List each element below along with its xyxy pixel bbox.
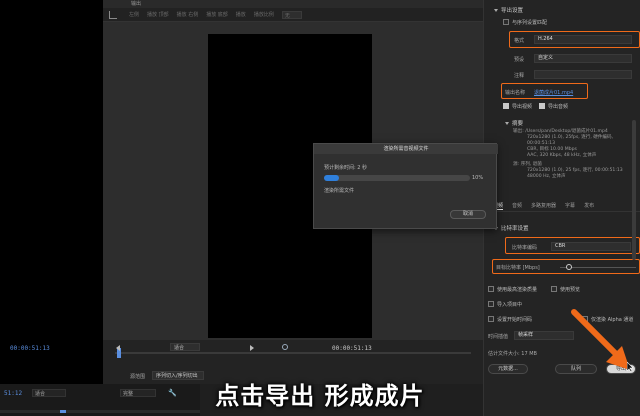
timeline-track[interactable]	[115, 352, 471, 354]
use-preview-label: 使用预览	[560, 287, 581, 293]
render-progress-bar	[324, 175, 470, 181]
render-progress-fill	[324, 175, 339, 181]
bitrate-settings-heading[interactable]: 比特率设置	[494, 224, 529, 232]
export-audio-label: 导出音频	[548, 104, 569, 110]
export-video-checkbox[interactable]	[503, 103, 509, 109]
render-progress-dialog: 渲染所需音视频文件 预计剩余时间: 2 秒 10% 渲染所需文件 取消	[313, 143, 498, 229]
estimated-file-size: 估计文件大小: 17 MB	[488, 351, 537, 357]
preset-select[interactable]: 自定义	[534, 54, 632, 63]
mark-in-icon[interactable]	[116, 345, 120, 351]
source-tab-left[interactable]: 左侧	[129, 11, 139, 18]
max-render-quality-label: 使用最高渲染质量	[497, 287, 538, 293]
preview-current-timecode[interactable]: 00:00:51:13	[10, 345, 50, 352]
video-caption: 点击导出 形成成片	[215, 382, 425, 410]
tab-audio[interactable]: 音频	[512, 202, 522, 209]
match-sequence-checkbox[interactable]	[503, 19, 509, 25]
source-ratio-select[interactable]: 无	[281, 10, 302, 19]
metadata-button[interactable]: 元数据...	[488, 364, 528, 374]
safe-margin-icon[interactable]	[282, 344, 288, 350]
crop-icon[interactable]	[109, 10, 117, 19]
bitrate-encoding-highlight	[505, 237, 640, 254]
start-timecode-label: 设置开始时间码	[497, 317, 533, 323]
preview-fit-select[interactable]: 适合	[170, 343, 200, 351]
summary-output: 输出: /Users/pan/Desktop/退菌成片01.mp4 720x12…	[513, 129, 623, 179]
render-dialog-title: 渲染所需音视频文件	[314, 144, 498, 154]
render-cancel-button[interactable]: 取消	[450, 210, 486, 219]
start-timecode-checkbox[interactable]	[488, 316, 494, 322]
program-monitor	[0, 0, 103, 416]
comment-input[interactable]	[534, 70, 632, 79]
mark-out-icon[interactable]	[250, 345, 254, 351]
summary-heading[interactable]: 摘要	[505, 119, 523, 127]
dialog-header-title: 输出	[131, 1, 142, 7]
source-tab-right[interactable]: 播放 右侧	[177, 11, 199, 18]
format-highlight	[509, 31, 640, 48]
preview-duration-timecode: 00:00:51:13	[332, 345, 372, 352]
source-tab-ratio[interactable]: 播放比例	[254, 11, 274, 18]
output-name-highlight	[501, 83, 588, 99]
render-status-text: 渲染所需文件	[324, 188, 355, 194]
source-tab-top[interactable]: 播放 顶部	[147, 11, 169, 18]
export-audio-checkbox[interactable]	[539, 103, 545, 109]
import-project-label: 导入项目中	[497, 302, 523, 308]
time-interpolation-label: 时间插值	[488, 334, 509, 340]
dialog-header: 输出	[103, 0, 483, 8]
source-tab-play[interactable]: 播放	[236, 11, 246, 18]
source-toolbar: 左侧 播放 顶部 播放 右侧 播放 底部 播放 播放比例 无	[103, 8, 483, 22]
chevron-down-icon	[494, 9, 498, 12]
tab-multiplexer[interactable]: 多路复用器	[531, 202, 556, 209]
mouse-cursor-icon	[627, 362, 633, 372]
export-settings-heading[interactable]: 导出设置	[494, 6, 523, 14]
match-sequence-label: 与序列设置匹配	[512, 20, 548, 26]
tab-publish[interactable]: 发布	[584, 202, 594, 209]
chevron-down-icon	[505, 122, 509, 125]
render-remaining-time: 预计剩余时间: 2 秒	[324, 165, 368, 171]
tab-captions[interactable]: 字幕	[565, 202, 575, 209]
export-video-label: 导出视频	[512, 104, 533, 110]
settings-tabs: 视频 音频 多路复用器 字幕 发布	[483, 200, 640, 212]
use-preview-checkbox[interactable]	[551, 286, 557, 292]
comment-label: 注释	[514, 73, 525, 79]
target-bitrate-highlight	[492, 259, 640, 274]
preset-label: 预设	[514, 57, 525, 63]
source-tab-bottom[interactable]: 播放 底部	[206, 11, 228, 18]
render-progress-percent: 10%	[472, 175, 484, 181]
max-render-quality-checkbox[interactable]	[488, 286, 494, 292]
import-project-checkbox[interactable]	[488, 301, 494, 307]
settings-scrollbar[interactable]	[632, 120, 636, 260]
